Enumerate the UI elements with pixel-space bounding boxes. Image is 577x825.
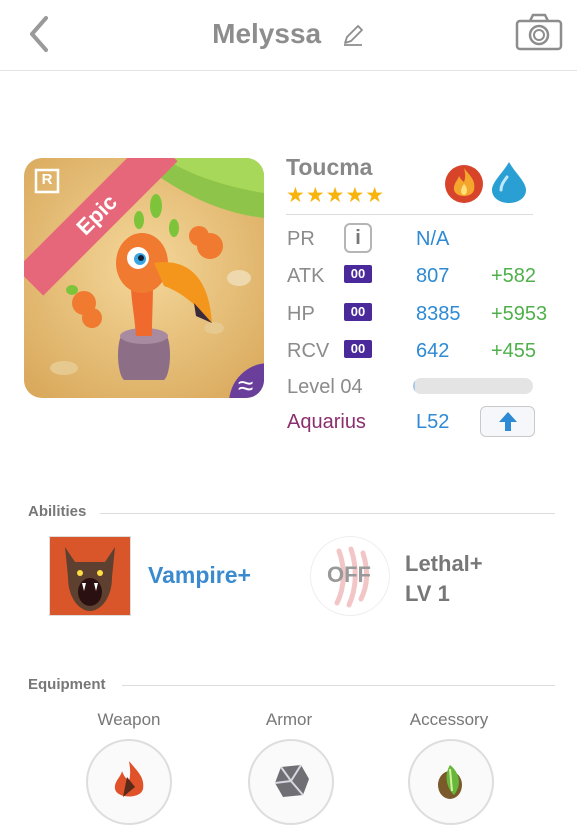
secondary-ability[interactable]: Lethal+ LV 1: [405, 549, 483, 609]
hp-value: 8385: [416, 303, 461, 325]
star-rating: ★★★★★: [286, 184, 386, 207]
armor-label: Armor: [265, 710, 313, 729]
accessory-label: Accessory: [409, 710, 489, 729]
level-progress-bar: [413, 378, 533, 394]
wave-icon: ≈: [238, 370, 254, 399]
hp-bonus: +5953: [491, 303, 548, 325]
primary-ability-label[interactable]: Vampire+: [148, 562, 251, 589]
pr-value: N/A: [416, 228, 450, 250]
hp-plus-badge: 00: [344, 303, 372, 321]
rarity-badge-letter: R: [41, 171, 53, 188]
pr-label: PR: [287, 228, 315, 250]
page-title: Melyssa: [212, 17, 322, 49]
water-element-icon: [490, 160, 528, 204]
sign-level: L52: [416, 411, 450, 433]
level-label: Level 04: [287, 376, 363, 398]
atk-bonus: +582: [491, 265, 537, 287]
secondary-ability-name: Lethal+: [405, 551, 483, 576]
abilities-heading: Abilities: [28, 503, 87, 520]
atk-value: 807: [416, 265, 450, 287]
rcv-plus-badge: 00: [344, 340, 372, 358]
wolf-ability-icon[interactable]: [49, 536, 131, 616]
monster-card[interactable]: Epic R ≈: [24, 158, 264, 398]
hp-label: HP: [287, 303, 315, 325]
page-title-row: Melyssa: [0, 16, 577, 50]
equipment-heading: Equipment: [28, 676, 106, 693]
upgrade-button[interactable]: [480, 406, 535, 437]
rock-armor-icon: [274, 764, 309, 797]
pencil-icon[interactable]: [341, 22, 365, 46]
rcv-label: RCV: [287, 340, 330, 362]
zodiac-sign: Aquarius: [287, 411, 366, 433]
arrow-up-icon: [499, 412, 517, 431]
rcv-bonus: +455: [491, 340, 537, 362]
equipment-divider: [122, 685, 555, 686]
rcv-value: 642: [416, 340, 450, 362]
accessory-slot[interactable]: [408, 739, 494, 825]
atk-label: ATK: [287, 265, 325, 287]
secondary-ability-level: LV 1: [405, 581, 450, 606]
camera-icon[interactable]: [514, 12, 564, 52]
monster-name: Toucma: [286, 154, 373, 180]
armor-slot[interactable]: [248, 739, 334, 825]
weapon-label: Weapon: [97, 710, 161, 729]
atk-plus-badge: 00: [344, 265, 372, 283]
info-icon[interactable]: i: [344, 223, 372, 253]
leaf-accessory-icon: [438, 765, 462, 799]
stats-divider: [286, 214, 533, 215]
ability-off-label: OFF: [327, 562, 371, 587]
flame-weapon-icon: [114, 761, 144, 797]
weapon-slot[interactable]: [86, 739, 172, 825]
abilities-divider: [100, 513, 555, 514]
rarity-badge-icon: R: [34, 168, 60, 194]
level-progress-fill: [413, 378, 416, 394]
fire-element-icon: [444, 162, 484, 204]
